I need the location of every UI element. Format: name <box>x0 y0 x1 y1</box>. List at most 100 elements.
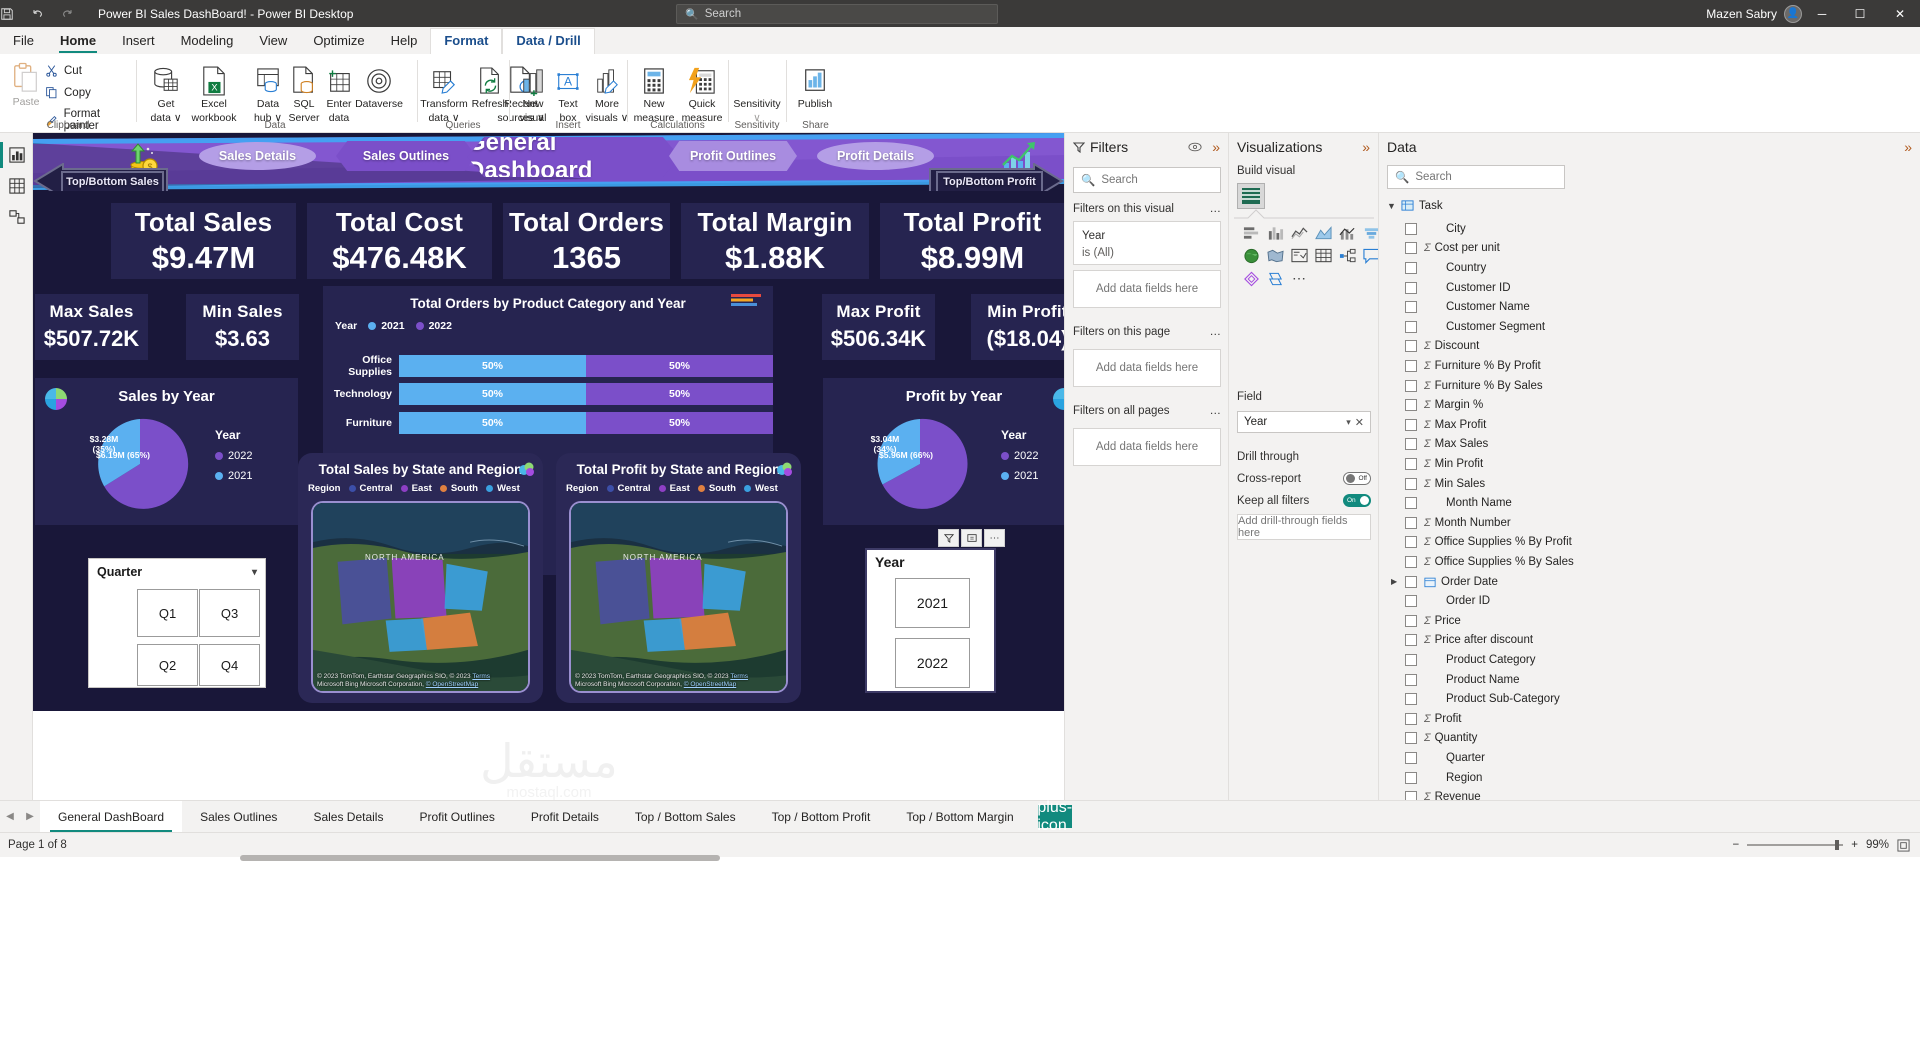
area-chart-icon[interactable] <box>1311 221 1335 244</box>
visual-total-sales-by-state[interactable]: Total Sales by State and Region Region C… <box>298 453 543 703</box>
checkbox[interactable] <box>1405 340 1417 352</box>
checkbox[interactable] <box>1405 497 1417 509</box>
page-tab-sales-details[interactable]: Sales Details <box>295 801 401 832</box>
data-field-furniture-pct-sales[interactable]: ΣFurniture % By Sales <box>1405 376 1705 396</box>
menu-file[interactable]: File <box>0 30 47 54</box>
keep-all-filters-row[interactable]: Keep all filters On <box>1237 494 1371 507</box>
chevron-down-icon[interactable]: ▼ <box>1387 201 1396 211</box>
visual-total-profit-by-state[interactable]: Total Profit by State and Region Region … <box>556 453 801 703</box>
checkbox[interactable] <box>1405 615 1417 627</box>
data-field-quantity[interactable]: ΣQuantity <box>1405 729 1705 749</box>
checkbox[interactable] <box>1405 399 1417 411</box>
more-options-icon[interactable]: … <box>1210 326 1222 338</box>
data-field-country[interactable]: Country <box>1405 258 1705 278</box>
data-field-min-sales[interactable]: ΣMin Sales <box>1405 474 1705 494</box>
chevron-double-right-icon[interactable]: » <box>1362 139 1370 155</box>
chevron-down-icon[interactable]: ▾ <box>1346 417 1351 428</box>
menu-optimize[interactable]: Optimize <box>300 30 377 54</box>
more-options-icon[interactable]: … <box>1210 405 1222 417</box>
data-field-product-sub-category[interactable]: Product Sub-Category <box>1405 689 1705 709</box>
zoom-in-button[interactable]: + <box>1851 839 1858 851</box>
page-tab-top-bottom-margin[interactable]: Top / Bottom Margin <box>888 801 1031 832</box>
redo-icon[interactable] <box>60 7 90 21</box>
kpi-card-total-profit[interactable]: Total Profit $8.99M <box>880 203 1064 279</box>
focus-mode-icon[interactable] <box>961 529 982 547</box>
checkbox[interactable] <box>1405 242 1417 254</box>
map-terms-link[interactable]: Terms <box>730 673 748 680</box>
checkbox[interactable] <box>1405 517 1417 529</box>
checkbox[interactable] <box>1405 556 1417 568</box>
paginated-report-icon[interactable] <box>1263 267 1287 290</box>
table-icon[interactable] <box>1311 244 1335 267</box>
checkbox[interactable] <box>1405 674 1417 686</box>
checkbox[interactable] <box>1405 752 1417 764</box>
filters-visual-dropzone[interactable]: Add data fields here <box>1073 270 1221 308</box>
data-field-order-date[interactable]: ▶Order Date <box>1405 572 1705 592</box>
checkbox[interactable] <box>1405 536 1417 548</box>
data-field-margin-pct[interactable]: ΣMargin % <box>1405 395 1705 415</box>
kpi-card-min-profit[interactable]: Min Profit ($18.04) <box>971 294 1064 360</box>
more-visuals-button[interactable]: More visuals ∨ <box>585 62 629 124</box>
kpi-card-total-margin[interactable]: Total Margin $1.88K <box>681 203 869 279</box>
menu-home[interactable]: Home <box>47 30 109 54</box>
data-field-customer-segment[interactable]: Customer Segment <box>1405 317 1705 337</box>
slicer-year-option-2021[interactable]: 2021 <box>895 578 970 628</box>
checkbox[interactable] <box>1405 576 1417 588</box>
data-field-city[interactable]: City <box>1405 219 1705 239</box>
slicer-year-option-2022[interactable]: 2022 <box>895 638 970 688</box>
checkbox[interactable] <box>1405 419 1417 431</box>
maximize-button[interactable]: ☐ <box>1840 0 1880 27</box>
page-tab-top-bottom-profit[interactable]: Top / Bottom Profit <box>754 801 889 832</box>
checkbox[interactable] <box>1405 713 1417 725</box>
nav-pill-profit-outlines[interactable]: Profit Outlines <box>669 141 797 171</box>
map-terms-link[interactable]: Terms <box>472 673 490 680</box>
map-osm-link[interactable]: © OpenStreetMap <box>426 681 478 688</box>
kpi-card-min-sales[interactable]: Min Sales $3.63 <box>186 294 299 360</box>
visual-hover-toolbar[interactable]: ⋯ <box>938 529 1005 547</box>
slicer-quarter[interactable]: Quarter ▾ Q1 Q3 Q2 Q4 <box>88 558 266 688</box>
undo-icon[interactable] <box>30 7 60 21</box>
chevron-down-icon[interactable]: ▾ <box>252 567 257 578</box>
filter-card-year[interactable]: Year is (All) <box>1073 221 1221 265</box>
data-field-profit[interactable]: ΣProfit <box>1405 709 1705 729</box>
nav-pill-profit-details[interactable]: Profit Details <box>817 142 934 170</box>
checkbox[interactable] <box>1405 772 1417 784</box>
chevron-double-right-icon[interactable]: » <box>1904 139 1912 155</box>
keep-all-filters-toggle[interactable]: On <box>1343 494 1371 507</box>
zoom-out-button[interactable]: − <box>1733 839 1740 851</box>
data-field-office-supplies-pct-profit[interactable]: ΣOffice Supplies % By Profit <box>1405 533 1705 553</box>
page-tab-top-bottom-sales[interactable]: Top / Bottom Sales <box>617 801 754 832</box>
checkbox[interactable] <box>1405 262 1417 274</box>
publish-button[interactable]: Publish <box>791 62 839 110</box>
menu-modeling[interactable]: Modeling <box>168 30 247 54</box>
minimize-button[interactable]: ─ <box>1802 0 1842 27</box>
quick-measure-button[interactable]: Quick measure <box>678 62 726 124</box>
data-field-product-category[interactable]: Product Category <box>1405 650 1705 670</box>
data-view-icon[interactable] <box>7 176 27 196</box>
checkbox[interactable] <box>1405 634 1417 646</box>
slicer-option-q4[interactable]: Q4 <box>199 644 260 686</box>
drill-through-dropzone[interactable]: Add drill-through fields here <box>1237 514 1371 540</box>
checkbox[interactable] <box>1405 693 1417 705</box>
filter-icon[interactable] <box>938 529 959 547</box>
sensitivity-button[interactable]: Sensitivity ∨ <box>733 62 781 124</box>
pie-profit-by-year[interactable] <box>863 414 978 514</box>
report-canvas[interactable]: $ PROFIT Sales Details <box>33 133 1064 823</box>
data-field-max-profit[interactable]: ΣMax Profit <box>1405 415 1705 435</box>
chevron-right-icon[interactable]: ▶ <box>1391 577 1397 586</box>
copy-button[interactable]: Copy <box>45 86 91 99</box>
horizontal-scrollbar[interactable] <box>240 855 720 861</box>
data-field-customer-id[interactable]: Customer ID <box>1405 278 1705 298</box>
nav-pill-sales-details[interactable]: Sales Details <box>199 142 316 170</box>
report-view-icon[interactable] <box>7 145 27 165</box>
menu-data-drill[interactable]: Data / Drill <box>502 28 594 54</box>
close-button[interactable]: ✕ <box>1880 0 1920 27</box>
page-tab-profit-details[interactable]: Profit Details <box>513 801 617 832</box>
filters-search-input[interactable]: 🔍 Search <box>1073 167 1221 193</box>
checkbox[interactable] <box>1405 282 1417 294</box>
filters-allpages-dropzone[interactable]: Add data fields here <box>1073 428 1221 466</box>
page-tab-general-dashboard[interactable]: General DashBoard <box>40 801 182 832</box>
bar-row-furniture[interactable]: Furniture 50% 50% <box>323 412 773 434</box>
filters-page-dropzone[interactable]: Add data fields here <box>1073 349 1221 387</box>
user-account[interactable]: Mazen Sabry 👤 <box>1706 0 1802 27</box>
